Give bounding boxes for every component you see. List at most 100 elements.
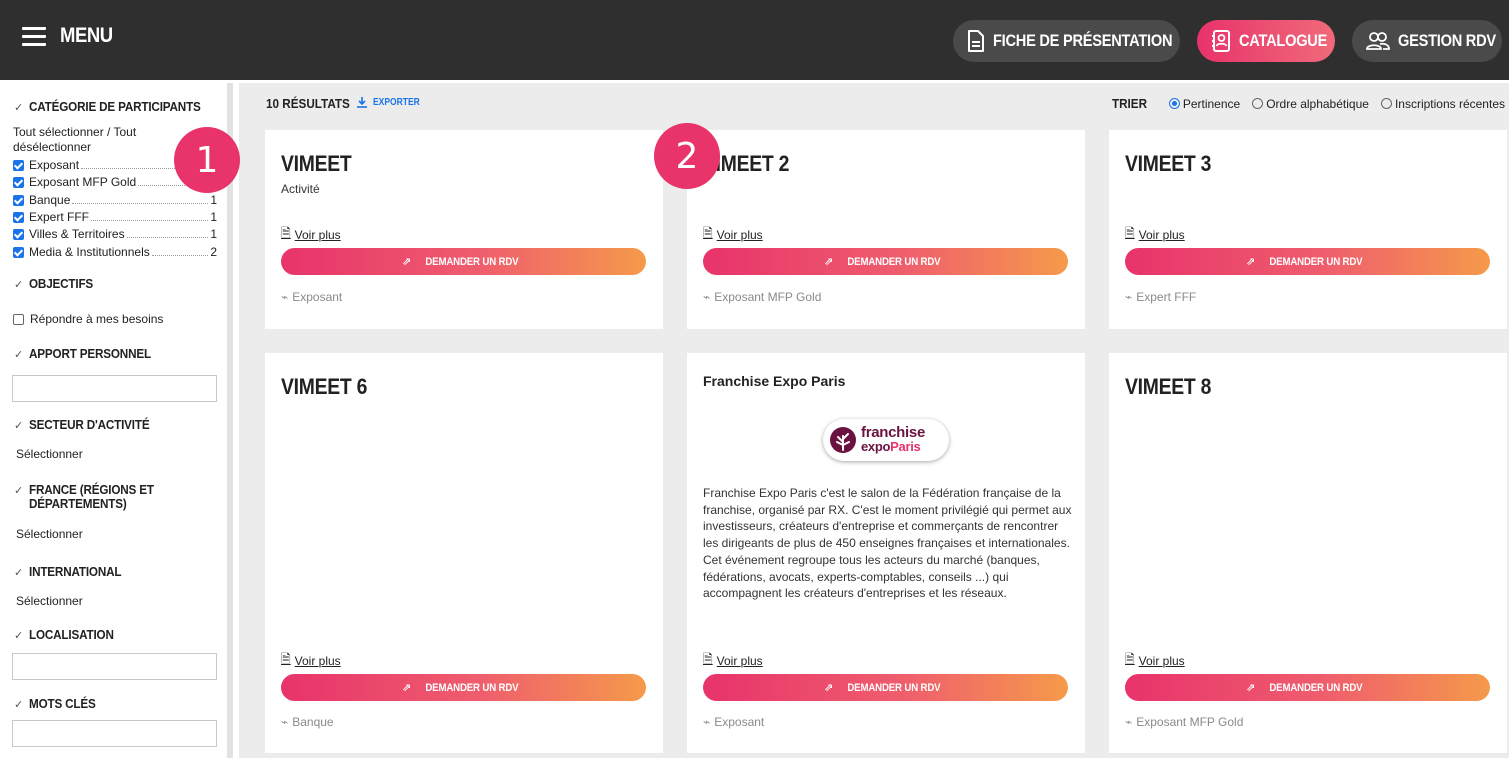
- export-link[interactable]: EXPORTER: [356, 96, 428, 108]
- fiche-presentation-button[interactable]: FICHE DE PRÉSENTATION: [953, 20, 1180, 62]
- tag-icon: ⌁: [1125, 715, 1133, 729]
- france-section-title[interactable]: ✓ FRANCE (RÉGIONS ET DÉPARTEMENTS): [14, 483, 204, 511]
- external-link-icon: ⇗: [824, 256, 834, 268]
- voir-plus-link[interactable]: 🗎 Voir plus: [703, 650, 763, 671]
- category-tag: ⌁ Expert FFF: [1125, 290, 1197, 304]
- demander-rdv-button[interactable]: ⇗ DEMANDER UN RDV: [281, 248, 646, 275]
- radio-icon[interactable]: [1252, 97, 1264, 109]
- international-select[interactable]: Sélectionner: [16, 594, 83, 608]
- participant-card: VIMEET 8 🗎 Voir plus ⇗ DEMANDER UN RDV ⌁ Ex…: [1109, 353, 1507, 753]
- filter-item-media-institutionnels[interactable]: Media & Institutionnels 2: [13, 245, 217, 259]
- top-bar: MENU FICHE DE PRÉSENTATION CATALOGUE GES…: [0, 0, 1509, 80]
- menu-button[interactable]: MENU: [22, 24, 120, 48]
- apport-section-title[interactable]: ✓ APPORT PERSONNEL: [14, 347, 165, 362]
- tag-icon: ⌁: [281, 290, 289, 304]
- checkmark-icon: ✓: [14, 349, 24, 361]
- checkbox-checked-icon[interactable]: [13, 228, 24, 240]
- fiche-presentation-label: FICHE DE PRÉSENTATION: [993, 31, 1173, 50]
- demander-rdv-button[interactable]: ⇗ DEMANDER UN RDV: [1125, 248, 1490, 275]
- catalogue-label: CATALOGUE: [1239, 31, 1328, 50]
- card-description: Franchise Expo Paris c'est le salon de l…: [703, 486, 1072, 601]
- document-icon: 🗎: [281, 652, 291, 666]
- leaf-logo-icon: [830, 427, 856, 453]
- categorie-section-title[interactable]: ✓ CATÉGORIE DE PARTICIPANTS: [14, 100, 220, 115]
- select-all-link[interactable]: Tout sélectionner / Tout désélectionner: [13, 125, 183, 155]
- tag-icon: ⌁: [1125, 290, 1133, 304]
- card-title: VIMEET 3: [1125, 151, 1212, 176]
- participant-card: VIMEET 2 🗎 Voir plus ⇗ DEMANDER UN RDV ⌁ Ex…: [687, 130, 1085, 329]
- menu-label: MENU: [60, 24, 113, 47]
- objectifs-section-title[interactable]: ✓ OBJECTIFS: [14, 277, 100, 292]
- international-section-title[interactable]: ✓ INTERNATIONAL: [14, 565, 132, 580]
- mots-cles-section-title[interactable]: ✓ MOTS CLÉS: [14, 697, 103, 712]
- callout-badge-2: 2: [654, 123, 720, 189]
- filter-item-banque[interactable]: Banque 1: [13, 193, 217, 207]
- sort-bar: TRIER Pertinence Ordre alphabétique Insc…: [1110, 96, 1505, 111]
- external-link-icon: ⇗: [402, 682, 412, 694]
- sort-option-alphabetique[interactable]: Ordre alphabétique: [1252, 97, 1369, 111]
- tag-icon: ⌁: [703, 715, 711, 729]
- document-icon: [968, 30, 984, 52]
- checkmark-icon: ✓: [14, 279, 24, 291]
- sort-option-pertinence[interactable]: Pertinence: [1168, 97, 1240, 111]
- external-link-icon: ⇗: [1246, 682, 1256, 694]
- external-link-icon: ⇗: [402, 256, 412, 268]
- demander-rdv-button[interactable]: ⇗ DEMANDER UN RDV: [703, 248, 1068, 275]
- document-icon: 🗎: [1125, 226, 1135, 240]
- results-area: 10 RÉSULTATS EXPORTER TRIER Pertinence O…: [239, 83, 1509, 758]
- checkbox-checked-icon[interactable]: [13, 176, 24, 188]
- voir-plus-link[interactable]: 🗎 Voir plus: [281, 224, 341, 245]
- participant-card: Franchise Expo Paris franchise expoParis…: [687, 353, 1085, 753]
- voir-plus-link[interactable]: 🗎 Voir plus: [281, 650, 341, 671]
- download-icon: [357, 97, 367, 108]
- radio-icon[interactable]: [1380, 97, 1392, 109]
- document-icon: 🗎: [1125, 652, 1135, 666]
- localisation-section-title[interactable]: ✓ LOCALISATION: [14, 628, 123, 643]
- checkmark-icon: ✓: [14, 485, 24, 497]
- external-link-icon: ⇗: [1246, 256, 1256, 268]
- filter-item-expert-fff[interactable]: Expert FFF 1: [13, 210, 217, 224]
- franchise-expo-logo: franchise expoParis: [823, 419, 949, 461]
- voir-plus-link[interactable]: 🗎 Voir plus: [1125, 224, 1185, 245]
- checkbox-checked-icon[interactable]: [13, 159, 24, 171]
- secteur-section-title[interactable]: ✓ SECTEUR D'ACTIVITÉ: [14, 418, 163, 433]
- secteur-select[interactable]: Sélectionner: [16, 447, 83, 461]
- catalogue-button[interactable]: CATALOGUE: [1197, 20, 1335, 62]
- apport-personnel-input[interactable]: [12, 375, 217, 402]
- card-title: VIMEET 6: [281, 374, 368, 399]
- france-select[interactable]: Sélectionner: [16, 527, 83, 541]
- document-icon: 🗎: [703, 652, 713, 666]
- demander-rdv-button[interactable]: ⇗ DEMANDER UN RDV: [281, 674, 646, 701]
- radio-selected-icon[interactable]: [1168, 97, 1180, 109]
- sort-option-inscriptions[interactable]: Inscriptions récentes: [1380, 97, 1505, 111]
- localisation-input[interactable]: [12, 653, 217, 680]
- category-tag: ⌁ Exposant: [703, 715, 765, 729]
- voir-plus-link[interactable]: 🗎 Voir plus: [703, 224, 763, 245]
- mots-cles-input[interactable]: [12, 720, 217, 747]
- filter-item-repondre-besoins[interactable]: Répondre à mes besoins: [13, 312, 217, 326]
- checkmark-icon: ✓: [14, 420, 24, 432]
- voir-plus-link[interactable]: 🗎 Voir plus: [1125, 650, 1185, 671]
- demander-rdv-button[interactable]: ⇗ DEMANDER UN RDV: [703, 674, 1068, 701]
- gestion-rdv-button[interactable]: GESTION RDV: [1352, 20, 1502, 62]
- tag-icon: ⌁: [281, 715, 289, 729]
- category-tag: ⌁ Exposant MFP Gold: [1125, 715, 1244, 729]
- filter-item-villes-territoires[interactable]: Villes & Territoires 1: [13, 227, 217, 241]
- callout-badge-1: 1: [174, 127, 240, 193]
- participant-card: VIMEET 3 🗎 Voir plus ⇗ DEMANDER UN RDV ⌁ Ex…: [1109, 130, 1507, 329]
- card-subtitle: Activité: [281, 182, 320, 196]
- demander-rdv-button[interactable]: ⇗ DEMANDER UN RDV: [1125, 674, 1490, 701]
- results-count: 10 RÉSULTATS: [266, 96, 350, 111]
- card-title: VIMEET 8: [1125, 374, 1212, 399]
- participant-card: VIMEET Activité 🗎 Voir plus ⇗ DEMANDER UN …: [265, 130, 663, 329]
- checkmark-icon: ✓: [14, 699, 24, 711]
- checkbox-checked-icon[interactable]: [13, 211, 24, 223]
- participant-card: VIMEET 6 🗎 Voir plus ⇗ DEMANDER UN RDV ⌁ Ba…: [265, 353, 663, 753]
- address-book-icon: [1212, 30, 1230, 52]
- tag-icon: ⌁: [703, 290, 711, 304]
- hamburger-icon: [22, 26, 46, 46]
- checkbox-unchecked-icon[interactable]: [13, 313, 24, 325]
- checkbox-checked-icon[interactable]: [13, 194, 24, 206]
- document-icon: 🗎: [703, 226, 713, 240]
- checkbox-checked-icon[interactable]: [13, 246, 24, 258]
